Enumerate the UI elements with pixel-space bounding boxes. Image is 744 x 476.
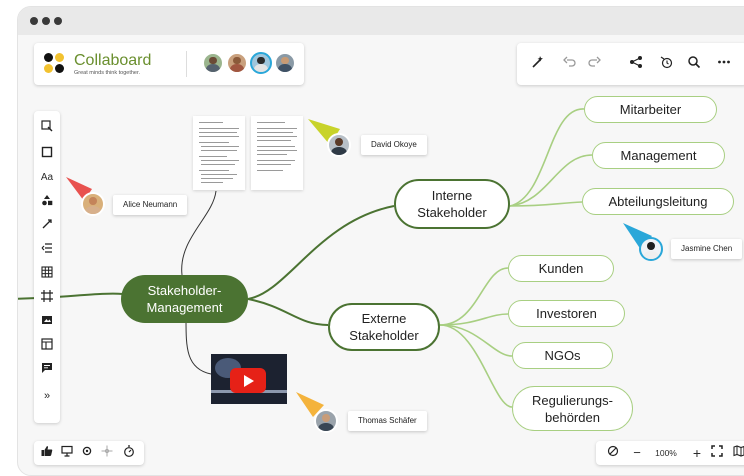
mindmap-leaf-investoren[interactable]: Investoren: [508, 300, 625, 327]
table-icon[interactable]: [36, 265, 58, 283]
divider: [186, 51, 187, 77]
mindmap-leaf-kunden[interactable]: Kunden: [508, 255, 614, 282]
collaboard-logo[interactable]: [44, 53, 66, 75]
app-tagline: Great minds think together.: [74, 70, 141, 76]
mindmap-leaf-management[interactable]: Management: [592, 142, 725, 169]
mindmap-leaf-abteilungsleitung[interactable]: Abteilungsleitung: [582, 188, 734, 215]
collaborator-avatar-1[interactable]: [202, 52, 224, 74]
fit-screen-icon[interactable]: [706, 444, 728, 462]
app-window: Collaboard Great minds think together. A…: [17, 6, 744, 476]
thomas-cursor-avatar: [314, 409, 338, 433]
mindmap-node-external[interactable]: Externe Stakeholder: [328, 303, 440, 351]
comment-icon[interactable]: [36, 361, 58, 379]
zoom-toolbar: − 100% +: [596, 441, 744, 465]
stopwatch-icon[interactable]: [118, 444, 140, 462]
top-toolbar: [517, 43, 744, 85]
expand-icon[interactable]: »: [36, 387, 58, 405]
media-icon[interactable]: [36, 313, 58, 331]
left-toolbar: Aa »: [34, 111, 60, 423]
zoom-in-button[interactable]: +: [686, 444, 708, 462]
redo-icon[interactable]: [583, 55, 605, 74]
zoom-level[interactable]: 100%: [648, 444, 684, 462]
collaborator-avatar-3[interactable]: [250, 52, 272, 74]
sticky-note-icon[interactable]: [36, 145, 58, 163]
map-icon[interactable]: [728, 444, 744, 462]
branding-panel: Collaboard Great minds think together.: [34, 43, 304, 85]
undo-icon[interactable]: [559, 55, 581, 74]
more-icon[interactable]: [713, 55, 735, 74]
collaborator-avatar-4[interactable]: [274, 52, 296, 74]
zoom-out-button[interactable]: −: [626, 444, 648, 462]
video-embed[interactable]: [211, 354, 287, 404]
mindmap-leaf-ngos[interactable]: NGOs: [512, 342, 613, 369]
presentation-icon[interactable]: [56, 444, 78, 462]
alice-cursor-avatar: [81, 192, 105, 216]
bottom-left-toolbar: [34, 441, 144, 465]
share-icon[interactable]: [625, 55, 647, 74]
text-tool[interactable]: Aa: [36, 169, 58, 187]
magic-wand-icon[interactable]: [527, 55, 549, 74]
mindmap-leaf-mitarbeiter[interactable]: Mitarbeiter: [584, 96, 717, 123]
david-cursor-avatar: [327, 133, 351, 157]
collaborator-avatar-2[interactable]: [226, 52, 248, 74]
timer-icon[interactable]: [655, 55, 677, 74]
youtube-play-icon[interactable]: [230, 368, 266, 393]
select-icon[interactable]: [36, 119, 58, 137]
template-icon[interactable]: [36, 337, 58, 355]
jasmine-cursor-avatar: [639, 237, 663, 261]
alice-name-label: Alice Neumann: [113, 195, 188, 215]
frame-icon[interactable]: [36, 289, 58, 307]
no-entry-icon[interactable]: [602, 444, 624, 462]
settings-icon[interactable]: [76, 444, 98, 462]
mindmap-node-internal[interactable]: Interne Stakeholder: [394, 179, 510, 229]
mindmap-leaf-regulierungsbehoerden[interactable]: Regulierungs- behörden: [512, 386, 633, 431]
document-page-1[interactable]: [193, 116, 245, 190]
list-icon[interactable]: [36, 241, 58, 259]
document-page-2[interactable]: [251, 116, 303, 190]
jasmine-name-label: Jasmine Chen: [671, 239, 743, 259]
app-name: Collaboard: [74, 52, 152, 69]
move-icon[interactable]: [96, 444, 118, 462]
mindmap-root-node[interactable]: Stakeholder- Management: [121, 275, 248, 323]
david-name-label: David Okoye: [361, 135, 427, 155]
connector-icon[interactable]: [36, 217, 58, 235]
thomas-name-label: Thomas Schäfer: [348, 411, 427, 431]
search-icon[interactable]: [683, 55, 705, 74]
like-icon[interactable]: [36, 444, 58, 462]
shapes-icon[interactable]: [36, 193, 58, 211]
